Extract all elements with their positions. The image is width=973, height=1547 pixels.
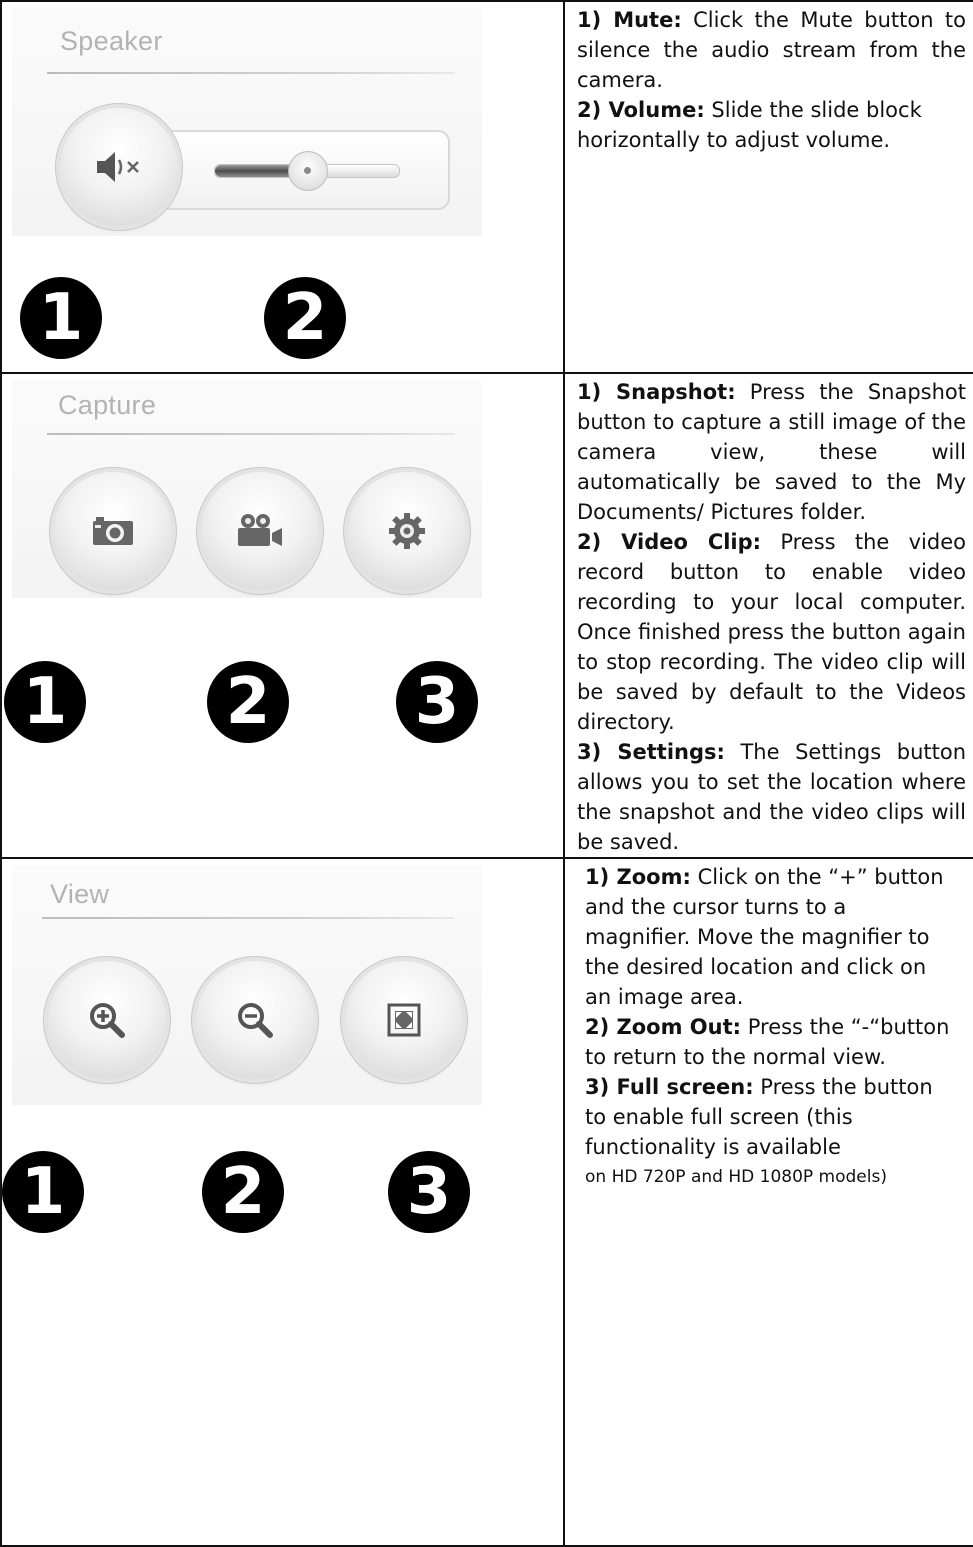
- speaker-description: 1) Mute: Click the Mute button to silenc…: [565, 2, 973, 155]
- mute-label: 1) Mute:: [577, 8, 682, 32]
- view-row: View 1 2 3 1) Zoom: Click on the “+” but…: [0, 857, 973, 1547]
- capture-title: Capture: [58, 390, 157, 420]
- capture-title-rule: [47, 433, 455, 435]
- callout-2: 2: [207, 661, 289, 743]
- video-camera-icon: [238, 514, 282, 546]
- settings-button[interactable]: [348, 472, 466, 590]
- callout-2: 2: [264, 277, 346, 359]
- snapshot-description: 1) Snapshot: Press the Snapshot button t…: [577, 377, 966, 527]
- manual-table: Speaker 1 2 1) Mute: Click the Mute butt…: [0, 0, 973, 1547]
- callout-1: 1: [4, 661, 86, 743]
- camera-icon: [93, 517, 133, 545]
- full-screen-button[interactable]: [345, 961, 463, 1079]
- snapshot-label: 1) Snapshot:: [577, 380, 736, 404]
- speaker-title: Speaker: [60, 26, 163, 56]
- callout-3: 3: [396, 661, 478, 743]
- full-screen-description: 3) Full screen: Press the button to enab…: [585, 1072, 956, 1162]
- video-clip-text: Press the video record button to enable …: [577, 530, 966, 734]
- settings-description: 3) Settings: The Settings button allows …: [577, 737, 966, 857]
- mute-button[interactable]: [60, 108, 178, 226]
- volume-description: 2) Volume: Slide the slide block horizon…: [577, 95, 966, 155]
- mute-description: 1) Mute: Click the Mute button to silenc…: [577, 5, 966, 95]
- full-screen-label: 3) Full screen:: [585, 1075, 754, 1099]
- full-screen-icon: [387, 1003, 421, 1037]
- zoom-out-description: 2) Zoom Out: Press the “-“button to retu…: [585, 1012, 956, 1072]
- speaker-description-cell: 1) Mute: Click the Mute button to silenc…: [563, 0, 973, 374]
- video-clip-label: 2) Video Clip:: [577, 530, 762, 554]
- zoom-description: 1) Zoom: Click on the “+” button and the…: [585, 862, 956, 1012]
- view-title: View: [50, 879, 110, 909]
- video-clip-button[interactable]: [201, 472, 319, 590]
- zoom-in-icon: [90, 1003, 125, 1038]
- capture-description: 1) Snapshot: Press the Snapshot button t…: [565, 374, 973, 857]
- callout-1: 1: [20, 277, 102, 359]
- capture-row: Capture 1 2 3 1) Snapshot: Press the Sna…: [0, 372, 973, 859]
- video-clip-description: 2) Video Clip: Press the video record bu…: [577, 527, 966, 737]
- callout-1: 1: [2, 1151, 84, 1233]
- capture-panel: Capture 1 2 3: [2, 374, 563, 759]
- speaker-image-cell: Speaker 1 2: [0, 0, 565, 374]
- capture-description-cell: 1) Snapshot: Press the Snapshot button t…: [563, 372, 973, 859]
- view-panel: View 1 2 3: [2, 859, 563, 1545]
- zoom-out-label: 2) Zoom Out:: [585, 1015, 742, 1039]
- view-description-cell: 1) Zoom: Click on the “+” button and the…: [563, 857, 973, 1547]
- volume-slider-track[interactable]: [214, 151, 400, 191]
- view-description: 1) Zoom: Click on the “+” button and the…: [565, 859, 973, 1192]
- callout-3: 3: [388, 1151, 470, 1233]
- gear-icon: [389, 513, 425, 549]
- view-image-cell: View 1 2 3: [0, 857, 565, 1547]
- speaker-title-rule: [47, 72, 455, 74]
- zoom-out-icon: [238, 1003, 273, 1038]
- settings-label: 3) Settings:: [577, 740, 725, 764]
- speaker-panel: Speaker 1 2: [2, 2, 563, 372]
- view-title-rule: [42, 917, 454, 919]
- speaker-mute-icon: [97, 152, 139, 182]
- zoom-out-button[interactable]: [196, 961, 314, 1079]
- callout-2: 2: [202, 1151, 284, 1233]
- speaker-row: Speaker 1 2 1) Mute: Click the Mute butt…: [0, 0, 973, 374]
- snapshot-button[interactable]: [54, 472, 172, 590]
- full-screen-models-note: on HD 720P and HD 1080P models): [585, 1167, 887, 1187]
- zoom-in-button[interactable]: [48, 961, 166, 1079]
- zoom-label: 1) Zoom:: [585, 865, 691, 889]
- volume-label: 2) Volume:: [577, 98, 705, 122]
- capture-image-cell: Capture 1 2 3: [0, 372, 565, 859]
- volume-slider-knob[interactable]: [288, 151, 328, 191]
